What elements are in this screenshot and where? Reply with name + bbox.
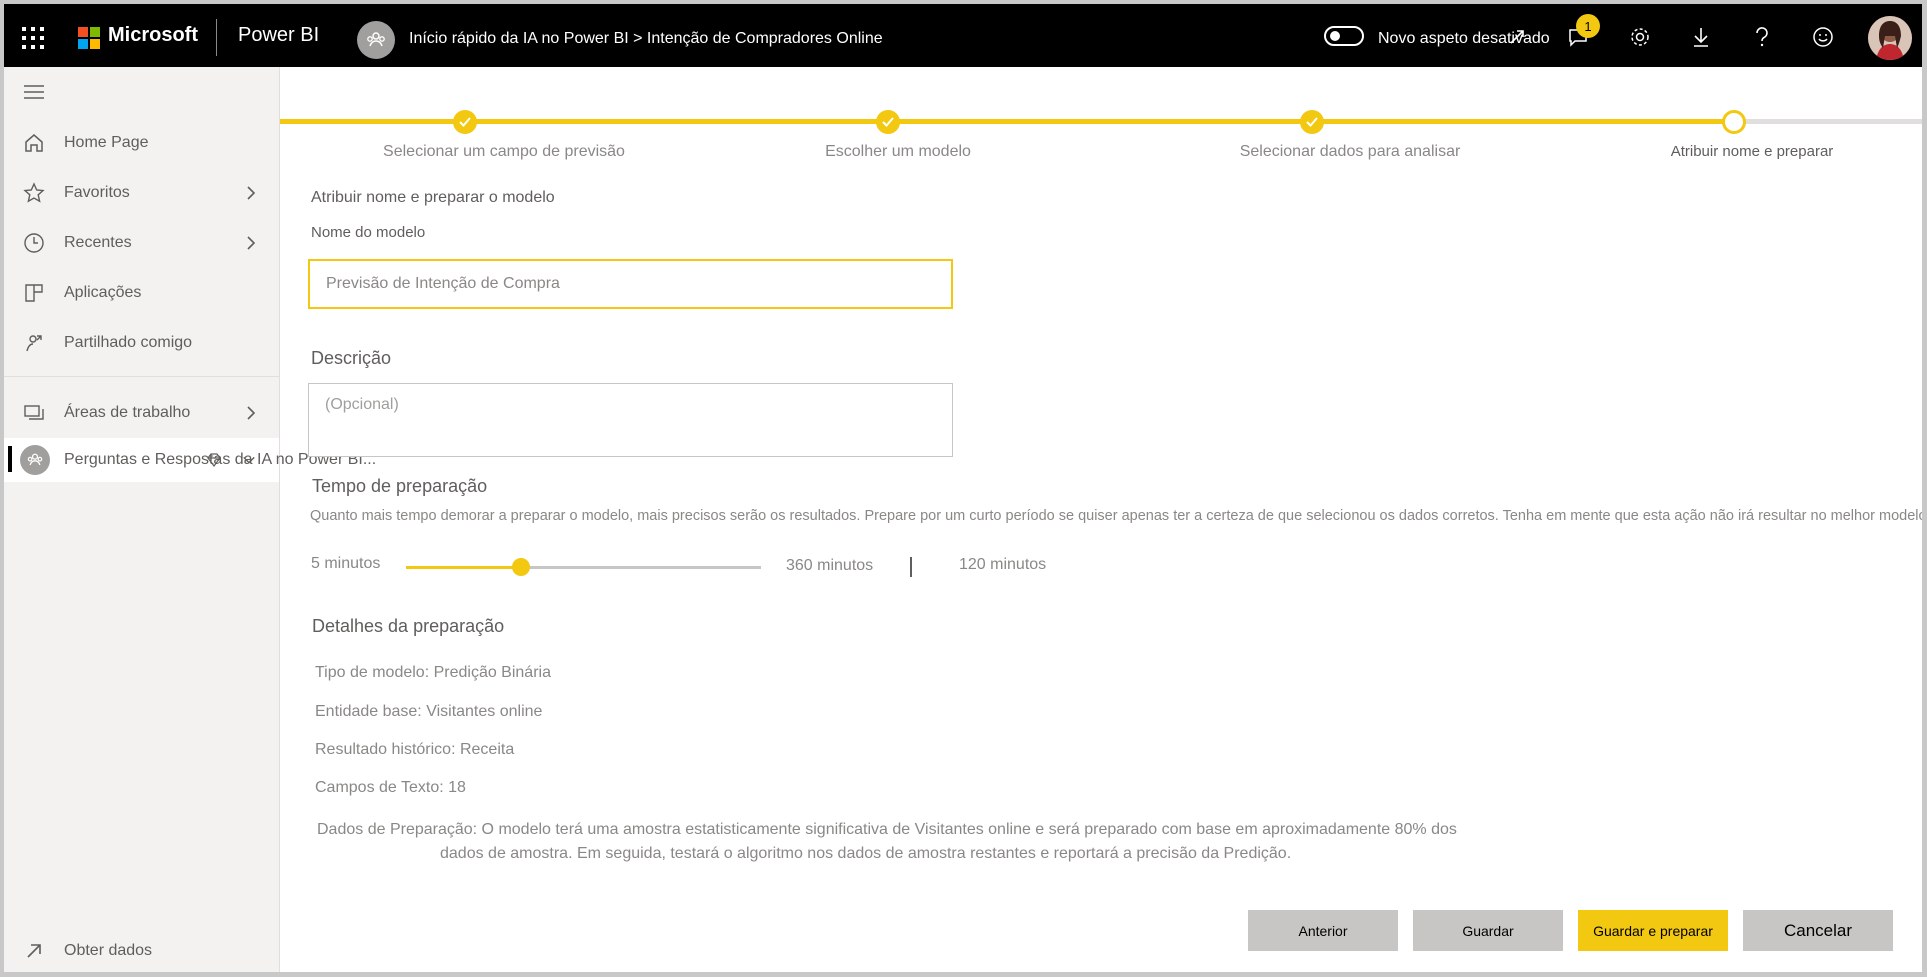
home-icon: [22, 131, 46, 155]
star-icon: [22, 181, 46, 205]
slider-max-label: 360 minutos: [786, 557, 874, 574]
training-details-title: Detalhes da preparação: [312, 616, 505, 636]
product-name[interactable]: Power BI: [238, 24, 319, 47]
cancel-button[interactable]: Cancelar: [1743, 910, 1893, 951]
sidebar-item-recent[interactable]: Recentes: [4, 223, 279, 263]
previous-button[interactable]: Anterior: [1248, 910, 1398, 951]
hamburger-menu-button[interactable]: [4, 72, 279, 112]
stepper-remaining-line: [1734, 119, 1922, 124]
step-3-complete-icon: [1300, 110, 1324, 134]
chevron-right-icon[interactable]: [243, 235, 259, 251]
settings-gear-icon[interactable]: [1627, 24, 1653, 50]
training-time-description: Quanto mais tempo demorar a preparar o m…: [310, 508, 1922, 524]
detail-text-fields: Campos de Texto: 18: [315, 779, 466, 796]
sidebar-item-home[interactable]: Home Page: [4, 123, 279, 163]
detail-training-data: Dados de Preparação: O modelo terá uma a…: [317, 818, 1573, 866]
hamburger-icon: [22, 80, 46, 104]
topbar-divider: [216, 19, 217, 56]
breadcrumb[interactable]: Início rápido da IA no Power BI > Intenç…: [409, 30, 883, 48]
sidebar-item-label: Aplicações: [64, 284, 142, 301]
sidebar-item-get-data[interactable]: Obter dados: [4, 931, 279, 971]
section-title: Atribuir nome e preparar o modelo: [311, 189, 555, 206]
slider-value-label: 120 minutos: [959, 556, 1047, 573]
sidebar-item-apps[interactable]: Aplicações: [4, 273, 279, 313]
step-label-current: Atribuir nome e preparar: [1670, 143, 1834, 160]
detail-training-data-line-1: Dados de Preparação: O modelo terá uma a…: [317, 821, 1457, 838]
get-data-label: Obter dados: [64, 942, 153, 959]
sidebar-divider: [4, 376, 279, 377]
description-label: Descrição: [311, 348, 392, 368]
new-look-toggle[interactable]: [1324, 26, 1364, 46]
description-input[interactable]: [308, 383, 953, 457]
detail-historical-outcome: Resultado histórico: Receita: [315, 741, 515, 758]
sidebar-item-shared[interactable]: Partilhado comigo: [4, 323, 279, 363]
step-1-complete-icon: [453, 110, 477, 134]
arrow-up-right-icon: [22, 939, 46, 963]
sidebar-item-current-workspace[interactable]: Perguntas e Respostas da IA no Power BI.…: [4, 438, 376, 482]
chevron-right-icon[interactable]: [243, 185, 259, 201]
detail-model-type: Tipo de modelo: Predição Binária: [315, 664, 551, 681]
brand-name[interactable]: Microsoft: [108, 24, 198, 47]
notification-badge: 1: [1576, 14, 1600, 38]
feedback-smiley-icon[interactable]: [1810, 24, 1836, 50]
window-frame-bottom: [0, 972, 1927, 977]
sidebar-item-favorites[interactable]: Favoritos: [4, 173, 279, 213]
sidebar-item-label: Favoritos: [64, 184, 130, 201]
slider-min-label: 5 minutos: [311, 555, 381, 572]
chevron-down-icon[interactable]: [242, 453, 256, 467]
workspace-avatar-icon: [357, 21, 395, 59]
save-and-train-button[interactable]: Guardar e preparar: [1578, 910, 1728, 951]
save-button[interactable]: Guardar: [1413, 910, 1563, 951]
slider-thumb[interactable]: [512, 558, 530, 576]
help-icon[interactable]: [1749, 24, 1775, 50]
step-2-complete-icon: [876, 110, 900, 134]
sidebar-item-label: Recentes: [64, 234, 132, 251]
slider-fill: [406, 566, 521, 569]
download-icon[interactable]: [1688, 24, 1714, 50]
user-avatar[interactable]: [1868, 16, 1912, 60]
microsoft-logo-icon: [78, 27, 100, 49]
premium-diamond-icon: [207, 453, 221, 467]
app-launcher-icon[interactable]: [22, 27, 44, 49]
step-label[interactable]: Selecionar um campo de previsão: [383, 143, 625, 161]
sidebar-item-workspaces[interactable]: Áreas de trabalho: [4, 393, 279, 433]
workspace-avatar-icon: [20, 445, 50, 475]
sidebar-item-label: Partilhado comigo: [64, 334, 193, 351]
model-name-input[interactable]: [308, 259, 953, 309]
chevron-right-icon[interactable]: [243, 405, 259, 421]
detail-training-data-line-2: dados de amostra. Em seguida, testará o …: [440, 845, 1292, 862]
step-label[interactable]: Escolher um modelo: [825, 143, 971, 161]
detail-base-entity: Entidade base: Visitantes online: [315, 703, 543, 720]
step-4-current-icon: [1722, 110, 1746, 134]
step-label[interactable]: Selecionar dados para analisar: [1240, 143, 1461, 161]
shared-icon: [22, 331, 46, 355]
sidebar-item-label: Áreas de trabalho: [64, 404, 191, 421]
sidebar: Home Page Favoritos Recentes Aplicações …: [4, 67, 376, 972]
apps-icon: [22, 281, 46, 305]
stepper-progress-line: [280, 119, 1734, 124]
slider-value-separator: [910, 557, 912, 577]
top-bar: Microsoft Power BI Início rápido da IA n…: [0, 4, 1927, 67]
training-time-slider[interactable]: [406, 558, 761, 576]
model-name-label: Nome do modelo: [311, 224, 426, 241]
sidebar-item-label: Home Page: [64, 134, 149, 151]
training-time-title: Tempo de preparação: [312, 476, 488, 496]
clock-icon: [22, 231, 46, 255]
window-frame-right: [1922, 4, 1927, 977]
workspaces-icon: [22, 401, 46, 425]
expand-icon[interactable]: [1504, 24, 1530, 50]
